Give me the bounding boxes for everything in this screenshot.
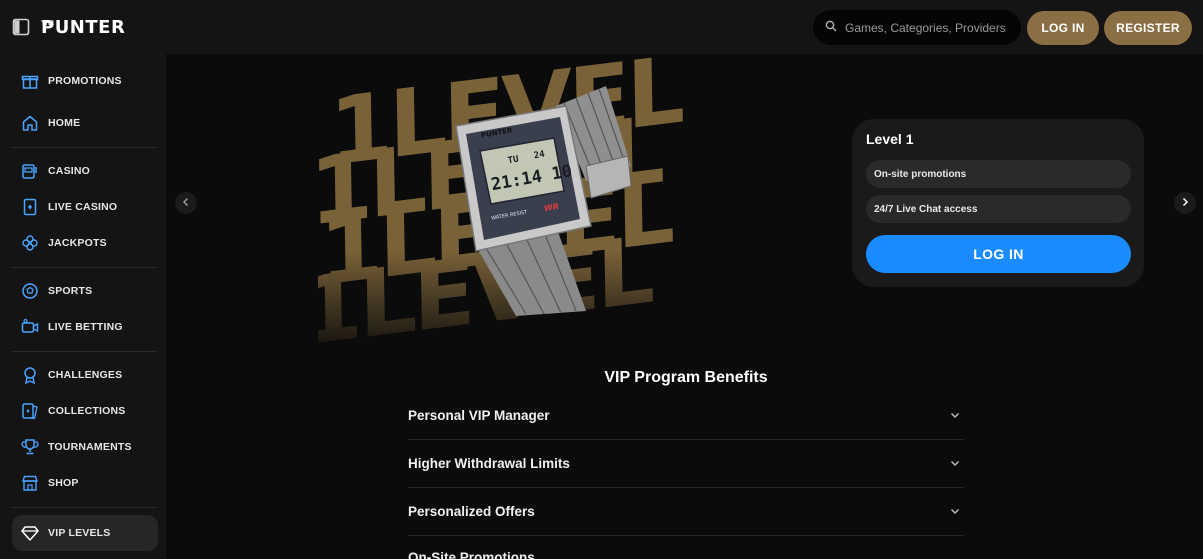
cards-collection-icon — [20, 401, 40, 421]
sidebar-item-label: JACKPOTS — [48, 237, 107, 249]
sidebar-item-tournaments[interactable]: TOURNAMENTS — [12, 429, 158, 465]
benefit-title: Higher Withdrawal Limits — [408, 456, 570, 471]
chevron-left-icon — [181, 194, 191, 212]
level-title: Level 1 — [866, 131, 914, 147]
sidebar-item-label: PROMOTIONS — [48, 75, 122, 87]
sidebar-item-label: SPORTS — [48, 285, 93, 297]
search-placeholder: Games, Categories, Providers — [845, 20, 1006, 35]
trophy-icon — [20, 437, 40, 457]
football-icon — [20, 281, 40, 301]
benefit-title: Personal VIP Manager — [408, 408, 550, 423]
search-input[interactable]: Games, Categories, Providers — [813, 10, 1021, 45]
shop-icon — [20, 473, 40, 493]
medal-icon — [20, 365, 40, 385]
benefit-accordion-row[interactable]: Personal VIP Manager — [408, 392, 964, 440]
sidebar-item-label: CHALLENGES — [48, 369, 123, 381]
sidebar-item-vip-levels[interactable]: VIP LEVELS — [12, 515, 158, 551]
benefits-title: VIP Program Benefits — [604, 369, 768, 386]
benefit-accordion-row[interactable]: Higher Withdrawal Limits — [408, 440, 964, 488]
sidebar: PROMOTIONS HOME CASINO LIVE CASINO JACKP… — [0, 54, 166, 559]
benefit-accordion-row[interactable]: Personalized Offers — [408, 488, 964, 536]
chevron-down-icon — [950, 455, 964, 473]
site-logo[interactable]: THE PUNTER — [41, 17, 125, 38]
level-perk: 24/7 Live Chat access — [866, 195, 1131, 223]
carousel-next-button[interactable] — [1174, 192, 1196, 214]
card-icon — [20, 197, 40, 217]
sidebar-item-label: LIVE BETTING — [48, 321, 123, 333]
sidebar-item-label: LIVE CASINO — [48, 201, 118, 213]
level-perk: On-site promotions — [866, 160, 1131, 188]
video-icon — [20, 317, 40, 337]
sidebar-item-label: VIP LEVELS — [48, 527, 111, 539]
sidebar-item-promotions[interactable]: PROMOTIONS — [12, 63, 158, 99]
sidebar-item-collections[interactable]: COLLECTIONS — [12, 393, 158, 429]
level-login-button[interactable]: LOG IN — [866, 235, 1131, 273]
sidebar-divider — [12, 507, 157, 508]
benefit-accordion-row[interactable]: On-Site Promotions — [408, 536, 964, 559]
sidebar-toggle-icon[interactable] — [12, 18, 30, 36]
sidebar-item-sports[interactable]: SPORTS — [12, 273, 158, 309]
sidebar-item-label: SHOP — [48, 477, 79, 489]
sidebar-item-shop[interactable]: SHOP — [12, 465, 158, 501]
sidebar-item-jackpots[interactable]: JACKPOTS — [12, 225, 158, 261]
sidebar-item-label: CASINO — [48, 165, 91, 177]
sidebar-item-home[interactable]: HOME — [12, 105, 158, 141]
carousel-prev-button[interactable] — [175, 192, 197, 214]
watch-day-text: TU — [507, 155, 519, 167]
sidebar-item-live-casino[interactable]: LIVE CASINO — [12, 189, 158, 225]
chevron-down-icon — [950, 407, 964, 425]
chevron-down-icon — [950, 503, 964, 521]
sidebar-item-label: TOURNAMENTS — [48, 441, 132, 453]
logo-small-text: THE — [41, 20, 55, 27]
sidebar-item-live-betting[interactable]: LIVE BETTING — [12, 309, 158, 345]
slot-machine-icon — [20, 161, 40, 181]
chevron-right-icon — [1180, 194, 1190, 212]
benefit-title: On-Site Promotions — [408, 550, 535, 559]
benefit-title: Personalized Offers — [408, 504, 535, 519]
sidebar-item-label: HOME — [48, 117, 81, 129]
sidebar-item-casino[interactable]: CASINO — [12, 153, 158, 189]
sidebar-item-challenges[interactable]: CHALLENGES — [12, 357, 158, 393]
diamond-icon — [20, 523, 40, 543]
gift-icon — [20, 71, 40, 91]
home-icon — [20, 113, 40, 133]
sidebar-item-label: COLLECTIONS — [48, 405, 126, 417]
vip-watch-image: 21:14 10 TU 24 PUNTER WATER RESIST WR — [436, 86, 636, 316]
sidebar-divider — [12, 351, 157, 352]
sidebar-divider — [12, 267, 157, 268]
sidebar-divider — [12, 147, 157, 148]
level-card: Level 1 On-site promotions 24/7 Live Cha… — [852, 119, 1144, 287]
top-header: THE PUNTER Games, Categories, Providers … — [0, 0, 1203, 54]
clover-icon — [20, 233, 40, 253]
header-register-button[interactable]: REGISTER — [1104, 11, 1192, 45]
search-icon — [825, 19, 837, 37]
header-login-button[interactable]: LOG IN — [1027, 11, 1099, 45]
